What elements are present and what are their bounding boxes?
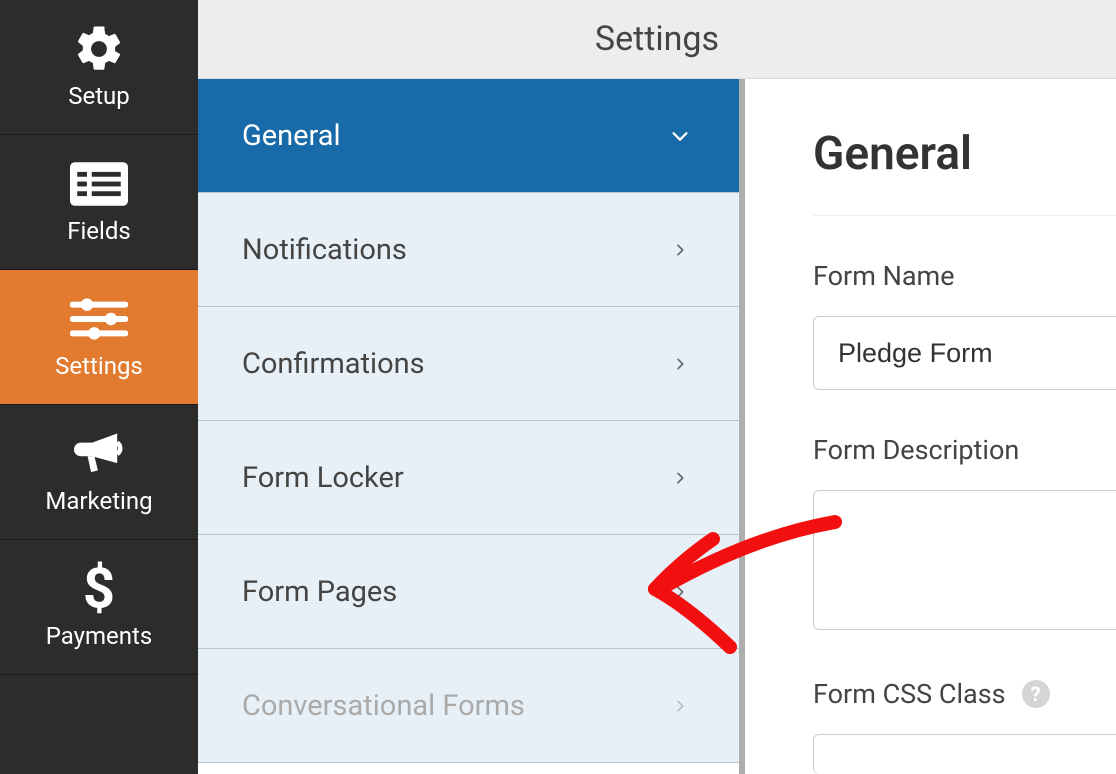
nav-label: Settings [55, 352, 143, 380]
settings-menu-general[interactable]: General [198, 79, 739, 193]
content-heading: General [813, 127, 1116, 216]
settings-menu-form-pages[interactable]: Form Pages [198, 535, 739, 649]
form-description-input[interactable] [813, 490, 1116, 630]
form-css-class-label-text: Form CSS Class [813, 678, 1006, 710]
nav-label: Payments [46, 622, 153, 650]
form-css-class-input[interactable] [813, 734, 1116, 774]
sliders-icon [70, 290, 128, 348]
form-description-label: Form Description [813, 434, 1116, 466]
chevron-right-icon [669, 695, 691, 717]
settings-menu-form-locker[interactable]: Form Locker [198, 421, 739, 535]
settings-menu: General Notifications Confirmations Form… [198, 79, 745, 774]
form-name-input[interactable] [813, 316, 1116, 390]
nav-label: Marketing [45, 487, 152, 515]
nav-label: Fields [67, 217, 131, 245]
chevron-down-icon [669, 125, 691, 147]
right-area: Settings General Notifications Confirmat… [198, 0, 1116, 774]
page-header: Settings [198, 0, 1116, 79]
settings-menu-notifications[interactable]: Notifications [198, 193, 739, 307]
content-panel: General Form Name Form Description Form … [745, 79, 1116, 774]
left-sidebar: Setup Fields Settings Marketing $ [0, 0, 198, 774]
help-icon[interactable]: ? [1022, 680, 1050, 708]
nav-label: Setup [68, 82, 130, 110]
settings-menu-label: Form Pages [242, 575, 397, 609]
settings-menu-label: General [242, 119, 341, 153]
settings-menu-label: Form Locker [242, 461, 404, 495]
chevron-right-icon [669, 353, 691, 375]
gear-icon [72, 20, 126, 78]
page-title: Settings [595, 19, 719, 59]
chevron-right-icon [669, 239, 691, 261]
form-name-label: Form Name [813, 260, 1116, 292]
svg-text:$: $ [83, 561, 115, 617]
chevron-right-icon [669, 467, 691, 489]
nav-item-setup[interactable]: Setup [0, 0, 198, 135]
settings-menu-label: Notifications [242, 233, 407, 267]
bullhorn-icon [70, 425, 128, 483]
settings-menu-label: Conversational Forms [242, 689, 525, 723]
settings-menu-confirmations[interactable]: Confirmations [198, 307, 739, 421]
settings-menu-label: Confirmations [242, 347, 425, 381]
nav-item-fields[interactable]: Fields [0, 135, 198, 270]
settings-menu-conversational-forms[interactable]: Conversational Forms [198, 649, 739, 763]
nav-item-marketing[interactable]: Marketing [0, 405, 198, 540]
form-css-class-label: Form CSS Class ? [813, 678, 1116, 710]
body-area: General Notifications Confirmations Form… [198, 79, 1116, 774]
nav-item-settings[interactable]: Settings [0, 270, 198, 405]
nav-item-payments[interactable]: $ Payments [0, 540, 198, 675]
list-icon [70, 155, 128, 213]
chevron-right-icon [669, 581, 691, 603]
dollar-icon: $ [81, 560, 117, 618]
